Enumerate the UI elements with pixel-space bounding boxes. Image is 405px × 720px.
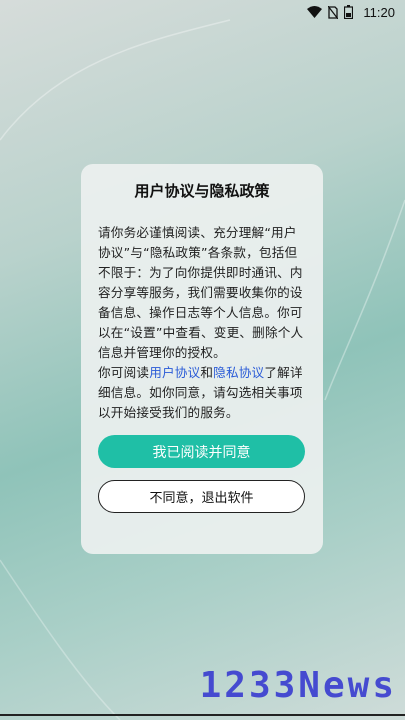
dialog-body: 请你务必谨慎阅读、充分理解“用户协议”与“隐私政策”各条款，包括但不限于：为了向… bbox=[98, 223, 306, 423]
dialog-title: 用户协议与隐私政策 bbox=[134, 182, 270, 200]
no-sim-icon bbox=[328, 5, 339, 19]
privacy-dialog: 用户协议与隐私政策 请你务必谨慎阅读、充分理解“用户协议”与“隐私政策”各条款，… bbox=[81, 164, 323, 554]
status-time: 11:20 bbox=[363, 4, 395, 20]
p2-and: 和 bbox=[200, 365, 214, 380]
agree-button[interactable]: 我已阅读并同意 bbox=[98, 435, 305, 468]
terms-paragraph: 请你务必谨慎阅读、充分理解“用户协议”与“隐私政策”各条款，包括但不限于：为了向… bbox=[98, 225, 304, 360]
status-bar: 11:20 bbox=[0, 0, 405, 24]
user-agreement-link[interactable]: 用户协议 bbox=[149, 365, 200, 380]
disagree-exit-button[interactable]: 不同意，退出软件 bbox=[98, 480, 305, 513]
navigation-bar bbox=[0, 714, 405, 716]
battery-icon bbox=[344, 5, 354, 19]
p2-prefix: 你可阅读 bbox=[98, 365, 150, 380]
links-paragraph: 你可阅读用户协议和隐私协议了解详细信息。如你同意，请勾选相关事项以开始接受我们的… bbox=[98, 363, 306, 423]
wifi-icon bbox=[307, 6, 323, 18]
privacy-agreement-link[interactable]: 隐私协议 bbox=[213, 365, 264, 380]
watermark-logo: 1233News bbox=[199, 665, 397, 706]
